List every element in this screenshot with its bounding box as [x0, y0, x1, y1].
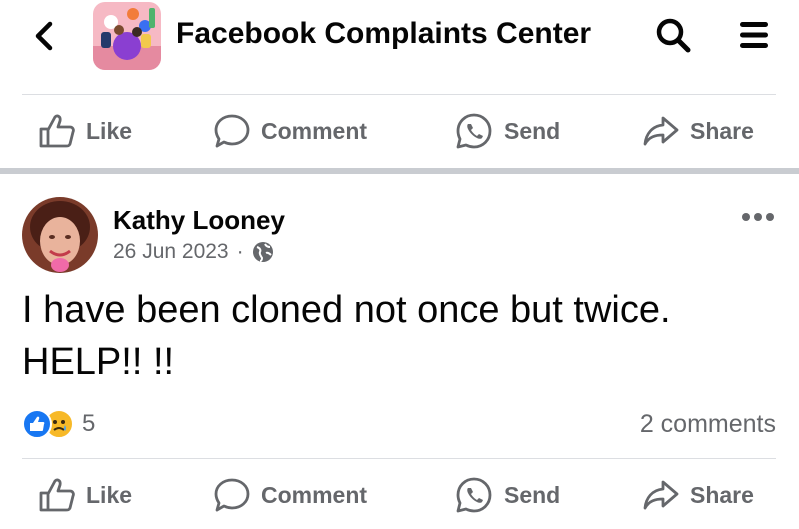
comment-button[interactable]: Comment [213, 467, 367, 523]
group-header: Facebook Complaints Center [0, 0, 799, 72]
whatsapp-icon [456, 477, 492, 513]
comment-label: Comment [261, 481, 368, 508]
comments-count[interactable]: 2 comments [640, 406, 776, 442]
thumbs-up-icon [39, 478, 75, 512]
whatsapp-icon [456, 113, 492, 149]
hamburger-menu-icon [740, 22, 768, 48]
send-button[interactable]: Send [454, 103, 560, 159]
like-button[interactable]: Like [38, 103, 132, 159]
like-label: Like [86, 117, 133, 144]
send-button[interactable]: Send [454, 467, 560, 523]
post-action-bar: Like Comment Send Share [0, 467, 799, 523]
post-meta: 26 Jun 2023 · [113, 240, 274, 264]
post-separator [0, 168, 799, 174]
post-date[interactable]: 26 Jun 2023 [113, 240, 229, 264]
share-label: Share [690, 481, 754, 508]
more-dots-icon [742, 213, 774, 221]
chevron-left-icon [35, 21, 53, 51]
group-title: Facebook Complaints Center [176, 17, 592, 50]
group-avatar[interactable] [93, 2, 161, 70]
comment-bubble-icon [214, 114, 250, 148]
send-label: Send [504, 481, 561, 508]
divider [22, 458, 776, 459]
share-label: Share [690, 117, 754, 144]
comment-label: Comment [261, 117, 368, 144]
meta-separator: · [236, 240, 244, 263]
share-button[interactable]: Share [642, 467, 754, 523]
divider [22, 94, 776, 95]
author-avatar[interactable] [22, 197, 98, 273]
comment-button[interactable]: Comment [213, 103, 367, 159]
back-button[interactable] [28, 18, 60, 54]
reaction-count: 5 [82, 410, 96, 437]
comment-bubble-icon [214, 478, 250, 512]
share-button[interactable]: Share [642, 103, 754, 159]
author-name[interactable]: Kathy Looney [113, 203, 285, 237]
menu-button[interactable] [734, 14, 774, 56]
share-arrow-icon [643, 480, 679, 510]
like-button[interactable]: Like [38, 467, 132, 523]
share-arrow-icon [643, 116, 679, 146]
thumbs-up-icon [39, 114, 75, 148]
more-options-button[interactable] [738, 203, 778, 231]
like-reaction-icon [22, 409, 52, 439]
search-button[interactable] [652, 14, 694, 56]
send-label: Send [504, 117, 561, 144]
reactions-summary[interactable]: 5 [22, 406, 95, 442]
previous-post-action-bar: Like Comment Send Share [0, 103, 799, 159]
like-label: Like [86, 481, 133, 508]
post-text: I have been cloned not once but twice. H… [22, 289, 671, 383]
globe-icon [252, 242, 273, 262]
search-icon [656, 18, 691, 53]
